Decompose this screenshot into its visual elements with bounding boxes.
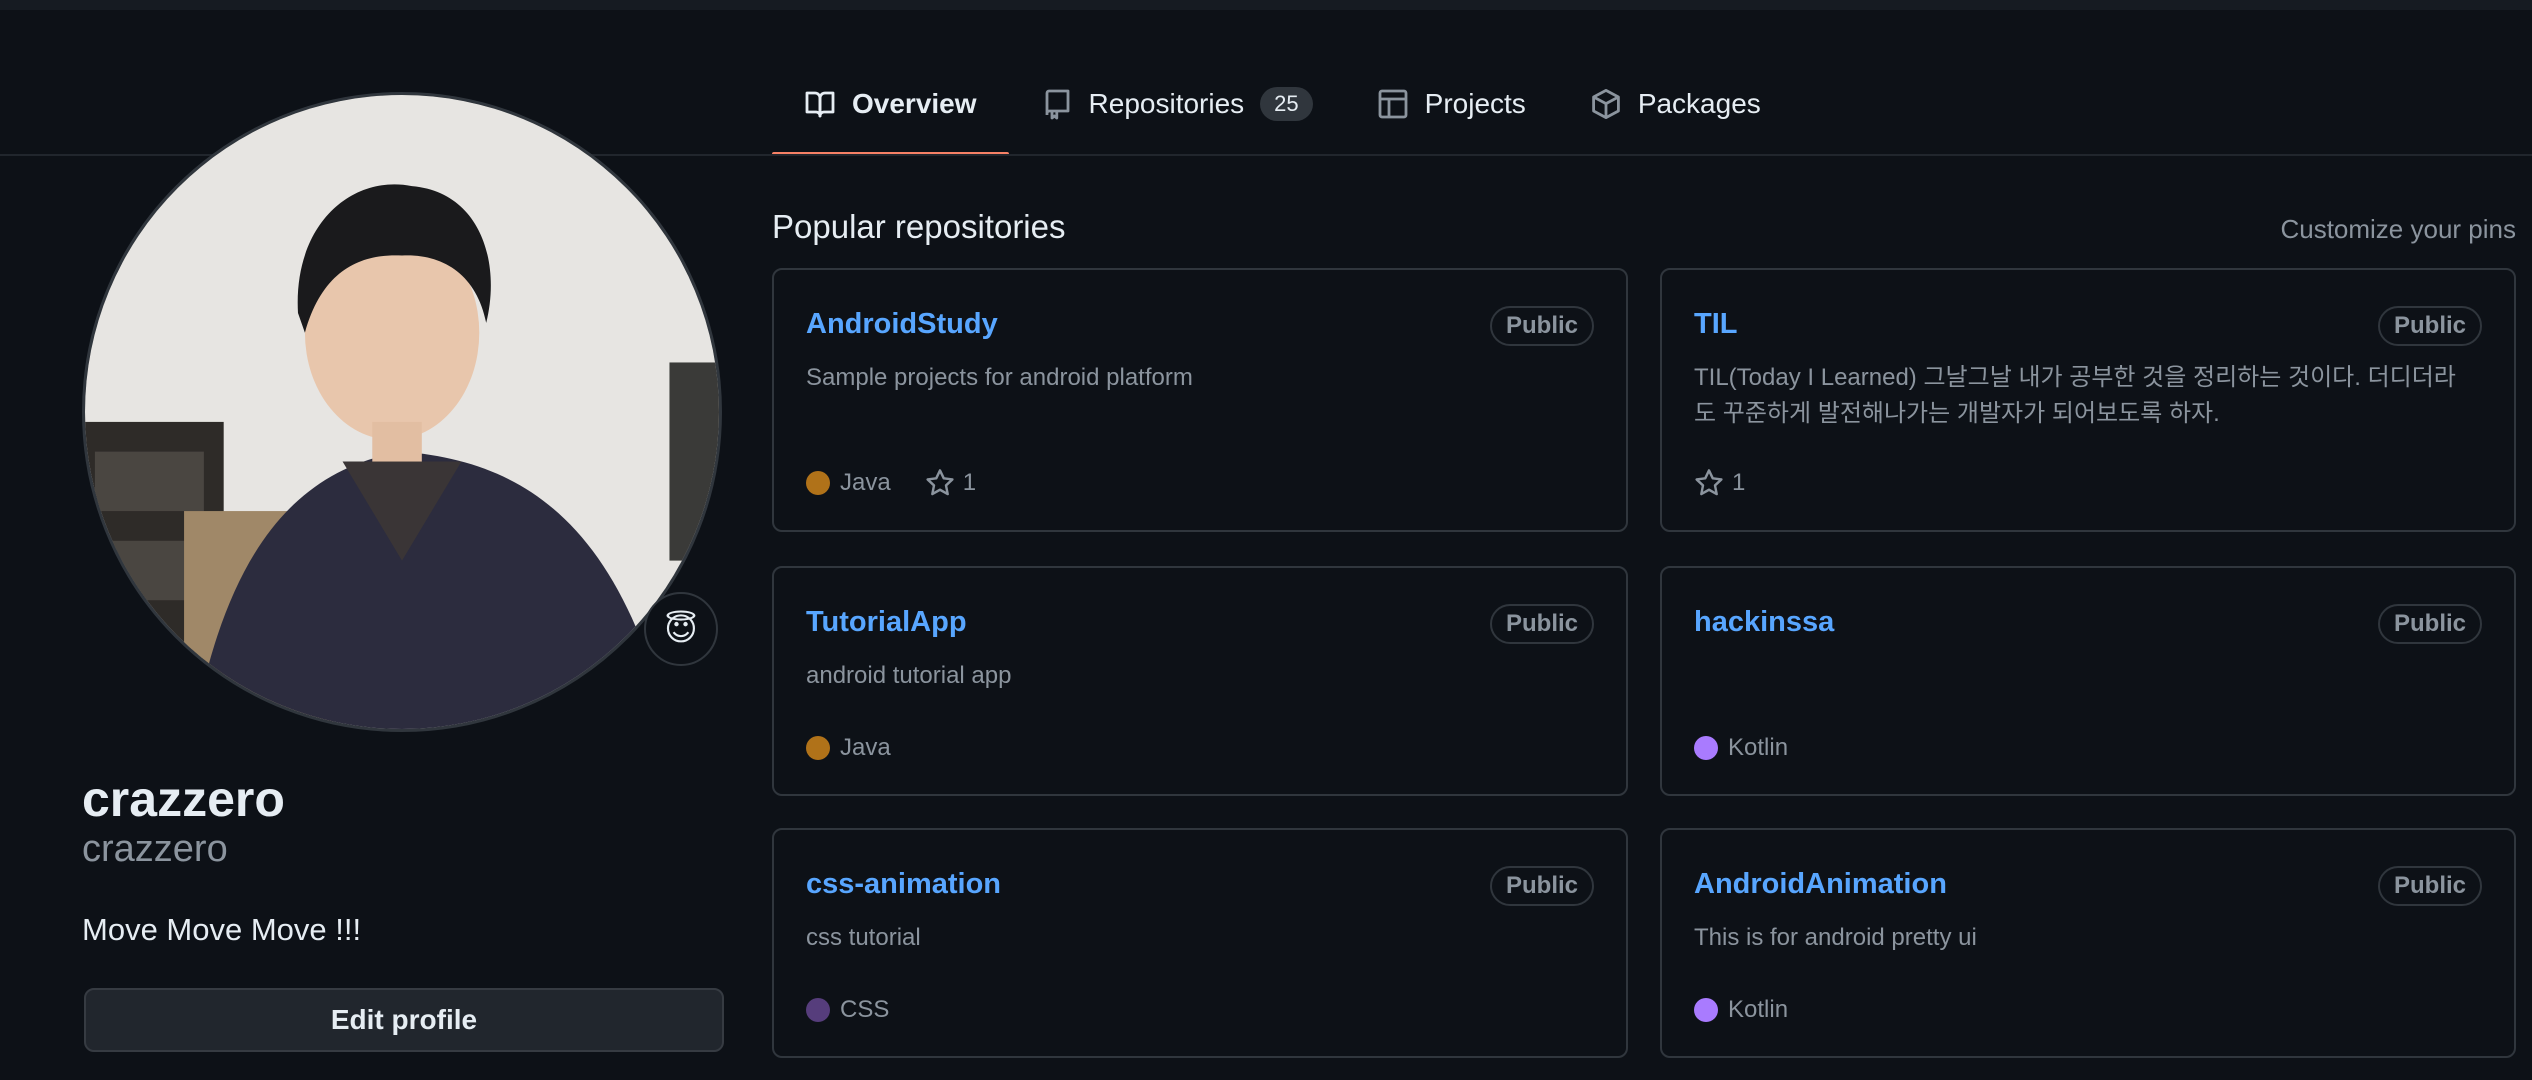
popular-repositories-heading: Popular repositories (772, 208, 1066, 245)
repo-description: Sample projects for android platform (806, 364, 1193, 391)
repo-name-link[interactable]: AndroidStudy (806, 308, 998, 341)
repo-language-label: Kotlin (1728, 996, 1789, 1023)
repo-meta: Java 1 (806, 468, 976, 498)
repo-language: CSS (806, 996, 889, 1024)
repo-name-link[interactable]: css-animation (806, 868, 1001, 901)
tab-repositories-label: Repositories (1088, 88, 1245, 119)
package-icon (1590, 88, 1622, 120)
repo-description: css tutorial (806, 924, 921, 951)
repo-meta: Java (806, 734, 891, 762)
repo-stars-link[interactable]: 1 (925, 468, 976, 498)
repo-stars-count: 1 (962, 469, 977, 496)
language-color-dot (1694, 736, 1718, 760)
language-color-dot (806, 736, 830, 760)
tab-overview[interactable]: Overview (772, 74, 1009, 156)
repo-description: android tutorial app (806, 662, 1012, 689)
repo-meta: Kotlin (1694, 996, 1788, 1024)
profile-full-name: crazzero (82, 771, 285, 827)
repo-meta: 1 (1694, 468, 1745, 498)
repo-language-label: CSS (840, 996, 890, 1023)
edit-profile-button[interactable]: Edit profile (84, 988, 724, 1052)
repo-card: css-animation Public css tutorial CSS (772, 828, 1628, 1058)
visibility-badge: Public (2377, 604, 2482, 644)
repo-card: TutorialApp Public android tutorial app … (772, 566, 1628, 796)
star-icon (926, 469, 954, 496)
repo-language: Kotlin (1694, 996, 1788, 1024)
repo-language: Kotlin (1694, 734, 1788, 762)
repo-description: TIL(Today I Learned) 그날그날 내가 공부한 것을 정리하는… (1694, 364, 2456, 427)
table-icon (1377, 88, 1409, 120)
language-color-dot (806, 998, 830, 1022)
book-icon (804, 88, 836, 120)
repo-icon (1041, 88, 1073, 120)
visibility-badge: Public (1489, 604, 1594, 644)
visibility-badge: Public (1489, 866, 1594, 906)
repo-language-label: Java (840, 469, 891, 496)
repo-stars-count: 1 (1732, 469, 1746, 496)
repo-card: TIL Public TIL(Today I Learned) 그날그날 내가 … (1660, 268, 2516, 532)
star-icon (1695, 469, 1723, 496)
repo-card: AndroidAnimation Public This is for andr… (1660, 828, 2516, 1058)
status-emoji-button[interactable]: 😇 (644, 592, 718, 666)
repo-card: AndroidStudy Public Sample projects for … (772, 268, 1628, 532)
tab-packages-label: Packages (1637, 88, 1761, 119)
repo-language: Java (806, 734, 891, 762)
repo-name-link[interactable]: AndroidAnimation (1694, 868, 1947, 901)
avatar[interactable] (82, 92, 722, 732)
repo-card: hackinssa Public Kotlin (1660, 566, 2516, 796)
profile-tabs: Overview Repositories 25 Projects Packag… (772, 74, 1793, 156)
repo-language-label: Java (840, 734, 891, 761)
profile-username: crazzero (82, 828, 228, 870)
tab-packages[interactable]: Packages (1558, 74, 1793, 134)
repo-meta: CSS (806, 996, 889, 1024)
visibility-badge: Public (2377, 866, 2482, 906)
visibility-badge: Public (1489, 306, 1594, 346)
repo-name-link[interactable]: hackinssa (1694, 606, 1834, 639)
repo-stars-link[interactable]: 1 (1694, 468, 1745, 498)
repo-name-link[interactable]: TutorialApp (806, 606, 967, 639)
language-color-dot (1694, 998, 1718, 1022)
visibility-badge: Public (2377, 306, 2482, 346)
repositories-count-badge: 25 (1260, 87, 1313, 121)
repo-description: This is for android pretty ui (1694, 924, 1977, 951)
tab-repositories[interactable]: Repositories 25 (1009, 74, 1345, 134)
tab-projects-label: Projects (1424, 88, 1526, 119)
language-color-dot (806, 471, 830, 495)
tab-projects[interactable]: Projects (1345, 74, 1558, 134)
repo-name-link[interactable]: TIL (1694, 308, 1738, 341)
repo-language: Java (806, 469, 891, 497)
customize-pins-link[interactable]: Customize your pins (2280, 214, 2516, 245)
repo-meta: Kotlin (1694, 734, 1788, 762)
profile-bio: Move Move Move !!! (82, 912, 362, 947)
top-header-strip (0, 0, 2532, 10)
tab-overview-label: Overview (852, 88, 977, 119)
repo-language-label: Kotlin (1728, 734, 1789, 761)
